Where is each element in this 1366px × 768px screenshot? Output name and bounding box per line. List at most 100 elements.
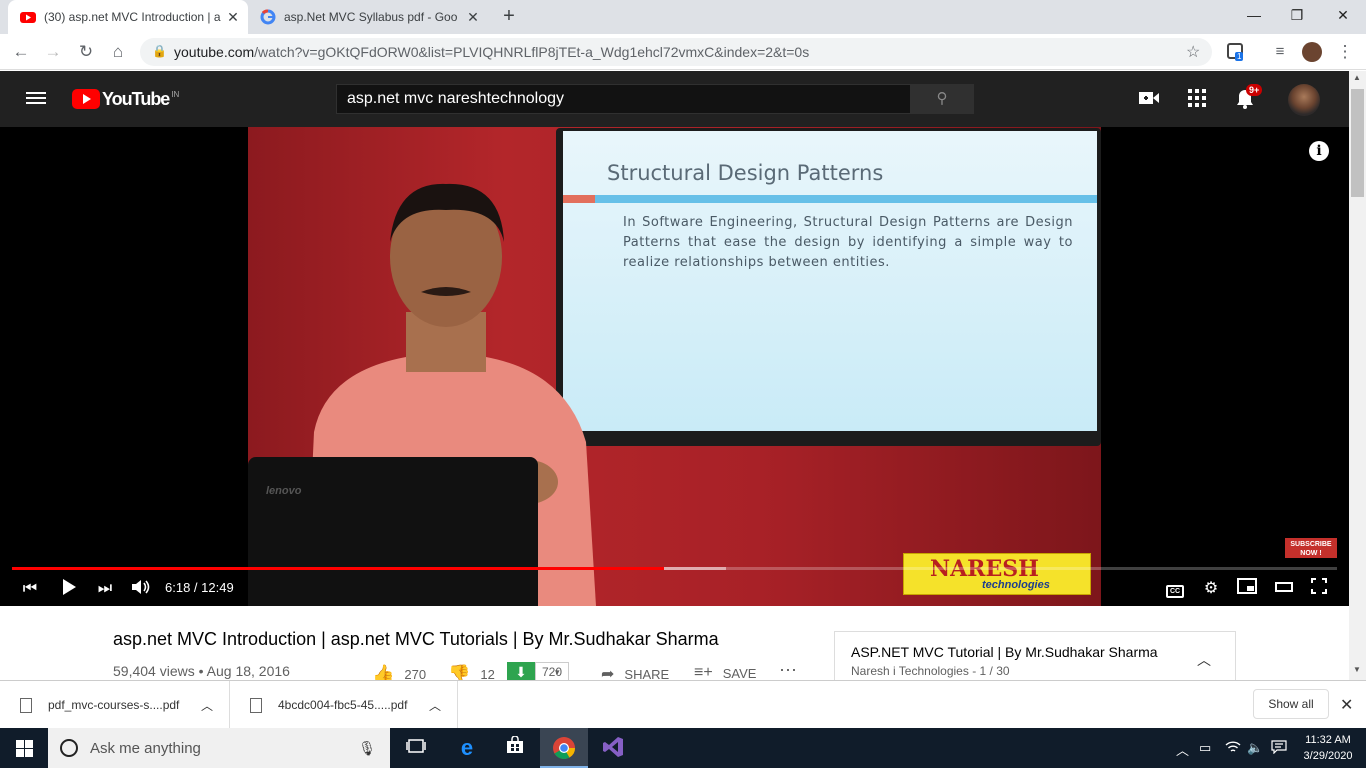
miniplayer-icon[interactable]: [1236, 578, 1258, 600]
system-clock[interactable]: 11:32 AM 3/29/2020: [1296, 732, 1360, 764]
tab-title: (30) asp.net MVC Introduction | a: [44, 10, 221, 24]
video-frame: Structural Design Patterns In Software E…: [248, 127, 1101, 606]
media-queue-icon[interactable]: ≡: [1268, 40, 1292, 64]
page-scrollbar[interactable]: ▲ ▼: [1349, 71, 1366, 680]
speaker-icon[interactable]: 🔈: [1247, 740, 1263, 756]
progress-bar[interactable]: [12, 567, 1337, 570]
played-bar: [12, 567, 664, 570]
slide-text: In Software Engineering, Structural Desi…: [623, 215, 1073, 270]
close-window-button[interactable]: ✕: [1323, 4, 1363, 28]
video-title: asp.net MVC Introduction | asp.net MVC T…: [113, 629, 719, 649]
chrome-icon: [553, 737, 575, 759]
tab-close-icon[interactable]: ✕: [464, 9, 482, 26]
task-view-icon[interactable]: [404, 736, 428, 760]
chrome-taskbar-button[interactable]: [540, 728, 588, 768]
play-button[interactable]: [58, 578, 80, 600]
laptop: lenovo: [248, 457, 538, 606]
battery-icon[interactable]: ▭: [1199, 740, 1211, 756]
address-bar[interactable]: 🔒 youtube.com/watch?v=gOKtQFdORW0&list=P…: [140, 38, 1212, 66]
account-avatar[interactable]: [1288, 84, 1320, 116]
minimize-button[interactable]: —: [1234, 4, 1274, 28]
info-icon[interactable]: i: [1309, 141, 1329, 161]
subscribe-watermark[interactable]: SUBSCRIBE NOW !: [1285, 538, 1337, 558]
restore-button[interactable]: ❐: [1277, 4, 1317, 28]
youtube-play-logo-icon: [72, 89, 100, 109]
youtube-header: YouTube IN asp.net mvc nareshtechnology …: [0, 71, 1349, 127]
search-input[interactable]: asp.net mvc nareshtechnology: [336, 84, 911, 114]
show-hidden-icons[interactable]: ︿: [1176, 740, 1189, 759]
watermark-sub: technologies: [982, 579, 1050, 591]
reload-icon[interactable]: ↻: [74, 40, 98, 64]
scroll-down-icon[interactable]: ▼: [1353, 665, 1361, 674]
new-tab-button[interactable]: +: [498, 6, 520, 28]
visual-studio-icon[interactable]: [601, 736, 625, 760]
tab-close-icon[interactable]: ✕: [224, 9, 242, 26]
profile-avatar[interactable]: [1302, 42, 1322, 62]
microphone-icon[interactable]: 🎙: [358, 740, 376, 757]
lock-icon: 🔒: [152, 44, 167, 58]
search-button[interactable]: ⚲: [910, 84, 974, 114]
video-meta: 59,404 views • Aug 18, 2016: [113, 663, 290, 679]
action-center-icon[interactable]: [1271, 740, 1287, 757]
more-actions-icon[interactable]: ⋯: [779, 660, 797, 681]
notification-count-badge: 9+: [1246, 84, 1263, 96]
bookmark-star-icon[interactable]: ☆: [1186, 42, 1200, 62]
youtube-favicon-icon: [20, 12, 36, 23]
slide-divider: [563, 195, 1097, 203]
video-player[interactable]: Structural Design Patterns In Software E…: [0, 127, 1349, 606]
show-all-downloads-button[interactable]: Show all: [1253, 689, 1329, 719]
laptop-brand-label: lenovo: [266, 485, 302, 497]
chevron-down-icon: ▾: [555, 666, 560, 677]
youtube-logo[interactable]: YouTube IN: [72, 89, 179, 109]
playlist-panel[interactable]: ASP.NET MVC Tutorial | By Mr.Sudhakar Sh…: [834, 631, 1236, 683]
next-icon[interactable]: ⏭: [95, 578, 115, 600]
slide-title: Structural Design Patterns: [607, 161, 884, 185]
download-item[interactable]: pdf_mvc-courses-s....pdf ︿: [0, 681, 230, 729]
tab-google[interactable]: asp.Net MVC Syllabus pdf - Goo ✕: [248, 0, 488, 34]
search-icon: ⚲: [936, 90, 948, 107]
home-icon[interactable]: ⌂: [106, 40, 130, 64]
tab-title: asp.Net MVC Syllabus pdf - Goo: [284, 10, 458, 24]
back-icon[interactable]: ←: [9, 40, 33, 64]
tab-strip: (30) asp.net MVC Introduction | a ✕ asp.…: [0, 0, 1366, 34]
settings-gear-icon[interactable]: ⚙: [1200, 578, 1222, 600]
play-icon: [63, 579, 76, 595]
create-video-icon[interactable]: [1137, 89, 1161, 111]
edge-browser-icon[interactable]: e: [455, 736, 479, 760]
volume-icon[interactable]: [130, 578, 152, 600]
fullscreen-icon[interactable]: [1308, 578, 1330, 600]
download-button[interactable]: ⬇ 720 ▾: [507, 662, 570, 682]
windows-taskbar: Ask me anything 🎙 e ︿ ▭ 🔈 11:32 AM 3/29/…: [0, 728, 1366, 768]
cortana-search-box[interactable]: Ask me anything 🎙: [48, 728, 390, 768]
presentation-slide: Structural Design Patterns In Software E…: [563, 131, 1097, 431]
cortana-icon: [60, 739, 78, 757]
pdf-file-icon: [20, 697, 32, 713]
apps-grid-icon[interactable]: [1185, 89, 1209, 111]
chevron-up-icon[interactable]: ︿: [201, 697, 213, 714]
captions-button[interactable]: CC: [1165, 578, 1185, 600]
extension-icon[interactable]: 1: [1227, 43, 1244, 61]
wifi-icon[interactable]: [1225, 740, 1241, 757]
previous-icon[interactable]: ⏮: [20, 578, 40, 600]
windows-start-icon[interactable]: [16, 740, 33, 757]
browser-toolbar: ← → ↻ ⌂ 🔒 youtube.com/watch?v=gOKtQFdORW…: [0, 34, 1366, 70]
time-display: 6:18 / 12:49: [165, 580, 234, 595]
tab-youtube[interactable]: (30) asp.net MVC Introduction | a ✕: [8, 0, 248, 34]
chevron-up-icon[interactable]: ︿: [429, 697, 441, 714]
forward-icon[interactable]: →: [41, 40, 65, 64]
download-shelf: pdf_mvc-courses-s....pdf ︿ 4bcdc004-fbc5…: [0, 680, 1366, 729]
hamburger-menu-icon[interactable]: [26, 89, 46, 107]
store-icon[interactable]: [503, 735, 527, 760]
download-item[interactable]: 4bcdc004-fbc5-45.....pdf ︿: [230, 681, 458, 729]
close-download-shelf-icon[interactable]: ✕: [1340, 695, 1353, 715]
scrollbar-thumb[interactable]: [1351, 89, 1364, 197]
url-text: youtube.com/watch?v=gOKtQFdORW0&list=PLV…: [174, 44, 810, 60]
chevron-up-icon[interactable]: ︿: [1197, 650, 1211, 670]
download-arrow-icon: ⬇: [507, 662, 535, 682]
menu-dots-icon[interactable]: ⋮: [1333, 40, 1357, 64]
google-favicon-icon: [260, 9, 276, 25]
scroll-up-icon[interactable]: ▲: [1353, 73, 1361, 82]
pdf-file-icon: [250, 697, 262, 713]
playlist-title: ASP.NET MVC Tutorial | By Mr.Sudhakar Sh…: [851, 644, 1158, 660]
theater-mode-icon[interactable]: [1273, 578, 1295, 600]
